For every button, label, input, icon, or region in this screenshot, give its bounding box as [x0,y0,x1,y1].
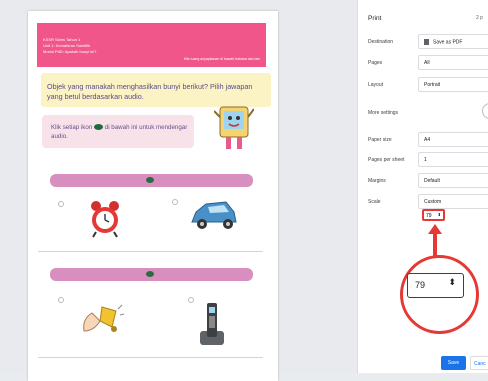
save-button[interactable]: Save [441,356,466,370]
destination-label: Destination [368,39,394,45]
section-divider [38,251,263,252]
paper-size-label: Paper size [368,137,392,143]
hand-bell-image [83,304,124,332]
destination-text: Save as PDF [433,39,463,46]
scale-input-value: 79 [426,213,432,219]
spinner-icon[interactable]: ⬍ [438,212,441,217]
car-image [191,201,237,229]
destination-value: Save as PDF [424,39,462,45]
pages-per-sheet-select[interactable] [418,152,488,167]
tablet-character-illustration [214,106,254,149]
audio-bar-1[interactable] [50,174,253,187]
document-header-band: KSSR Sains Tahun 1 Unit 1: Kemahiran Sai… [37,23,266,67]
instruction-text: Klik setiap ikon di bawah ini untuk mend… [51,123,191,141]
header-right-note: Klik ruang anyapkanan di bawah bahasa da… [183,57,260,61]
scale-label: Scale [368,199,381,205]
pages-per-sheet-value: 1 [424,157,427,163]
answer-radio-2[interactable] [172,199,178,205]
instruction-box: Klik setiap ikon di bawah ini untuk mend… [42,115,194,148]
eye-icon[interactable] [146,271,154,277]
eye-icon[interactable] [146,177,154,183]
pages-per-sheet-label: Pages per sheet [368,157,405,163]
more-settings-label[interactable]: More settings [368,110,398,116]
cordless-phone-image [200,303,224,345]
instruction-part-1: Klik setiap ikon [51,124,93,131]
cancel-button[interactable]: Canc [470,356,488,370]
print-settings-panel: Print 2 p Destination Save as PDF Pages … [357,0,488,373]
answer-radio-4[interactable] [188,297,194,303]
alarm-clock-image [91,201,119,238]
sheet-count: 2 p [476,15,483,21]
paper-size-value: A4 [424,137,431,143]
spinner-icon: ⬍ [448,277,456,287]
layout-value: Portrait [424,82,441,88]
print-preview-area: KSSR Sains Tahun 1 Unit 1: Kemahiran Sai… [0,0,357,381]
scale-input[interactable]: 79 ⬍ [422,209,445,221]
scale-magnified-value: 79 [415,280,426,290]
audio-bar-2[interactable] [50,268,253,281]
header-line-3: Modul PdD: Apakah bunyi ini? [43,49,97,54]
margins-label: Margins [368,178,386,184]
scale-input-magnified: 79 ⬍ [407,273,464,298]
panel-title: Print [368,15,382,22]
expand-more-settings-button[interactable] [482,103,488,119]
margins-value: Default [424,178,440,184]
answer-radio-1[interactable] [58,201,64,207]
answer-radio-3[interactable] [58,297,64,303]
pdf-file-icon [424,39,429,45]
layout-label: Layout [368,82,384,88]
pages-value: All [424,60,430,66]
pages-label: Pages [368,60,383,66]
question-text: Objek yang manakah menghasilkan bunyi be… [47,82,253,101]
eye-icon [94,124,104,131]
section-divider [38,357,263,358]
scale-value: Custom [424,199,442,205]
preview-page: KSSR Sains Tahun 1 Unit 1: Kemahiran Sai… [28,11,278,381]
